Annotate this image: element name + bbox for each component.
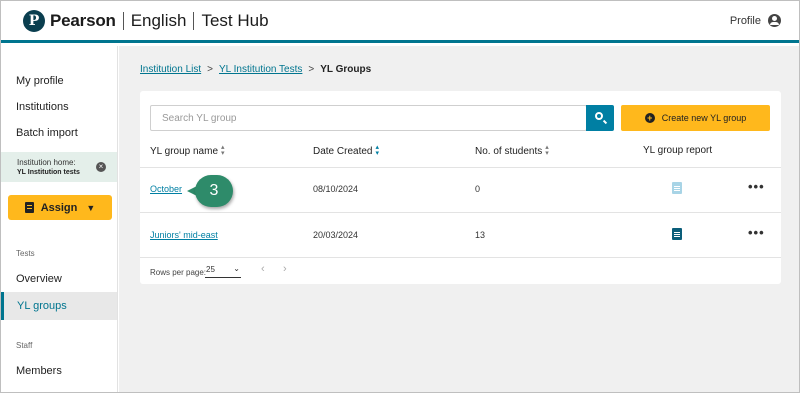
previous-page-icon[interactable]: ‹ <box>261 263 265 275</box>
column-header-label: Date Created <box>313 145 373 157</box>
row-divider <box>140 212 781 213</box>
yl-group-link[interactable]: Juniors' mid-east <box>150 230 218 240</box>
search-icon <box>595 112 603 120</box>
date-created-cell: 08/10/2024 <box>313 184 359 194</box>
date-created-cell: 20/03/2024 <box>313 230 359 240</box>
section-label-staff: Staff <box>16 341 33 350</box>
sidebar-item-batch-import[interactable]: Batch import <box>16 127 78 139</box>
sidebar-item-label: YL groups <box>17 300 67 312</box>
institution-home-chip[interactable]: Institution home: YL Institution tests × <box>1 152 117 182</box>
breadcrumb-current: YL Groups <box>320 64 372 75</box>
students-count-cell: 13 <box>475 230 486 240</box>
create-yl-group-button[interactable]: + Create new YL group <box>621 105 770 131</box>
section-label-tests: Tests <box>16 249 35 258</box>
main-content: Institution List > YL Institution Tests … <box>119 46 799 392</box>
breadcrumb: Institution List > YL Institution Tests … <box>140 64 371 75</box>
breadcrumb-separator: > <box>207 64 213 75</box>
breadcrumb-separator: > <box>308 64 315 75</box>
clipboard-icon <box>24 202 34 213</box>
row-divider <box>140 167 781 168</box>
column-header-date[interactable]: Date Created ▴ ▾ <box>313 144 379 157</box>
next-page-icon[interactable]: › <box>283 263 287 275</box>
column-header-name[interactable]: YL group name ▴ ▾ <box>150 144 225 157</box>
sort-icon: ▴ ▾ <box>221 144 225 157</box>
app-window: P Pearson English Test Hub Profile My pr… <box>0 0 800 393</box>
more-options-icon[interactable]: ••• <box>748 179 765 194</box>
row-divider <box>140 257 781 258</box>
assign-label: Assign <box>40 201 78 214</box>
product-name: English <box>130 10 187 30</box>
more-options-icon[interactable]: ••• <box>748 225 765 240</box>
plus-circle-icon: + <box>644 113 655 123</box>
chevron-down-icon: ▼ <box>86 202 96 213</box>
column-header-label: YL group report <box>643 145 713 156</box>
user-avatar-icon <box>768 14 781 27</box>
assign-button[interactable]: Assign ▼ <box>8 195 112 220</box>
search-input[interactable] <box>150 105 587 131</box>
sidebar: My profile Institutions Batch import Ins… <box>1 46 118 392</box>
yl-groups-card: + Create new YL group YL group name ▴▾ D… <box>140 91 781 284</box>
column-header-label: No. of students <box>475 145 543 157</box>
sidebar-item-overview[interactable]: Overview <box>16 273 62 285</box>
rows-per-page-label: Rows per page: <box>150 268 207 277</box>
breadcrumb-link-institution-list[interactable]: Institution List <box>140 64 201 75</box>
institution-home-label: Institution home: <box>17 158 76 167</box>
create-yl-group-label: Create new YL group <box>661 113 747 123</box>
rows-per-page-select[interactable]: 25 ⌄ <box>205 264 241 278</box>
profile-label: Profile <box>729 14 761 27</box>
pearson-logo-icon: P <box>23 9 45 32</box>
report-icon <box>672 182 682 194</box>
rows-per-page-value: 25 <box>206 265 215 274</box>
breadcrumb-link-yl-institution-tests[interactable]: YL Institution Tests <box>219 64 302 75</box>
callout-step-number: 3 <box>195 175 233 207</box>
yl-group-link[interactable]: October <box>150 184 182 194</box>
step-callout: 3 <box>187 175 233 207</box>
sort-icon: ▴ ▾ <box>375 144 379 157</box>
sidebar-item-yl-groups[interactable]: YL groups <box>1 292 117 320</box>
institution-home-name: YL Institution tests <box>17 169 80 176</box>
pearson-logo[interactable]: P Pearson English Test Hub <box>23 9 269 32</box>
sort-icon: ▴ ▾ <box>545 144 549 157</box>
sidebar-item-my-profile[interactable]: My profile <box>16 75 64 87</box>
app-name: Test Hub <box>201 10 269 30</box>
profile-menu[interactable]: Profile <box>730 14 781 27</box>
close-icon[interactable]: × <box>96 162 106 172</box>
sidebar-item-institutions[interactable]: Institutions <box>16 101 69 113</box>
brand-divider <box>193 11 195 30</box>
search-button[interactable] <box>586 105 614 131</box>
top-header: P Pearson English Test Hub Profile <box>1 1 799 43</box>
students-count-cell: 0 <box>475 184 481 194</box>
brand-name: Pearson <box>50 10 116 30</box>
chevron-down-icon: ⌄ <box>233 264 240 273</box>
report-icon[interactable] <box>672 228 682 240</box>
column-header-report: YL group report <box>643 145 712 156</box>
sidebar-item-members[interactable]: Members <box>16 365 62 377</box>
brand-divider <box>122 11 124 30</box>
column-header-students[interactable]: No. of students ▴ ▾ <box>475 144 549 157</box>
column-header-label: YL group name <box>150 145 219 157</box>
